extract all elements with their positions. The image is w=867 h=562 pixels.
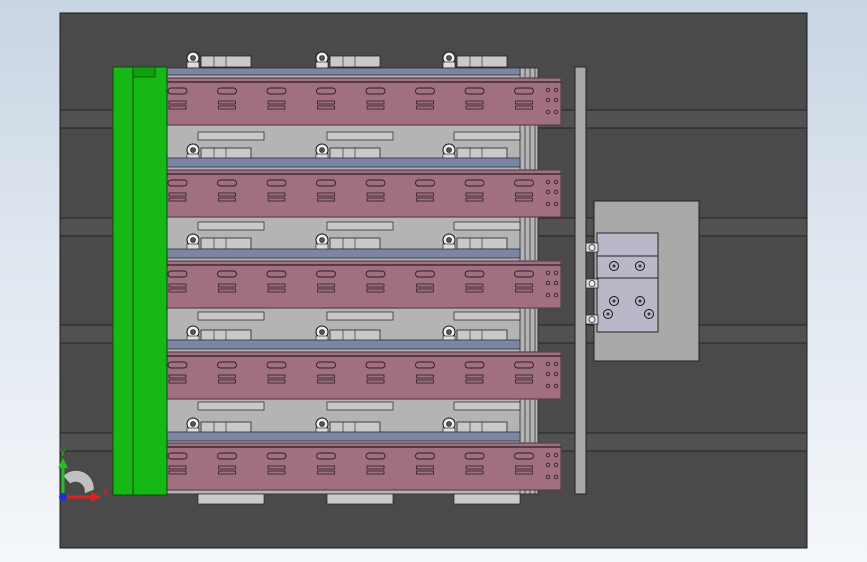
green-guide-bar xyxy=(112,66,168,496)
roller-hub xyxy=(190,55,196,61)
upper-bracket xyxy=(453,401,521,411)
upper-bracket xyxy=(197,221,265,231)
side-cylinder-assembly xyxy=(585,200,700,362)
roller-mount xyxy=(186,61,200,69)
roller-hub xyxy=(319,329,325,335)
roller-hub xyxy=(190,147,196,153)
triad-x-label: X xyxy=(103,488,109,498)
green-bar-outer xyxy=(112,66,134,496)
upper-bracket xyxy=(197,131,265,141)
blue-cross-bar xyxy=(154,67,521,76)
upper-bracket xyxy=(453,131,521,141)
roller-hub xyxy=(319,421,325,427)
pink-plate xyxy=(132,169,562,218)
pink-plate xyxy=(132,77,562,126)
roller-hub xyxy=(319,147,325,153)
pink-plate xyxy=(132,351,562,400)
roller-hub xyxy=(446,147,452,153)
roller-hub xyxy=(190,329,196,335)
cylinder-bolt-core xyxy=(612,264,616,268)
upper-bracket xyxy=(453,311,521,321)
blue-cross-bar xyxy=(154,248,521,259)
roller-hub xyxy=(446,237,452,243)
pink-plate xyxy=(132,442,562,491)
cylinder-bolt-core xyxy=(638,264,642,268)
green-bar-cap xyxy=(132,66,156,78)
upper-bracket xyxy=(197,311,265,321)
bottom-bracket xyxy=(326,493,394,505)
upper-bracket xyxy=(326,131,394,141)
blue-cross-bar xyxy=(154,157,521,168)
z-axis-dot xyxy=(59,493,67,501)
cad-viewport[interactable]: YX xyxy=(0,0,867,562)
cylinder-bolt-core xyxy=(612,299,616,303)
cylinder-bolt-core xyxy=(647,312,651,316)
cylinder-head xyxy=(596,232,659,257)
roller-hub xyxy=(190,421,196,427)
roller-mount xyxy=(442,61,456,69)
upper-bracket xyxy=(326,401,394,411)
cylinder-port xyxy=(588,280,596,287)
cylinder-bolt-core xyxy=(638,299,642,303)
upper-bracket xyxy=(326,311,394,321)
upper-bracket xyxy=(326,221,394,231)
upper-bracket xyxy=(453,221,521,231)
cylinder-port xyxy=(588,244,596,251)
roller-hub xyxy=(446,421,452,427)
blue-cross-bar xyxy=(154,339,521,350)
cylinder-bolt-core xyxy=(606,312,610,316)
pink-plate xyxy=(132,260,562,309)
upper-bracket xyxy=(197,401,265,411)
green-bar-inner xyxy=(132,66,168,496)
blue-cross-bar xyxy=(154,431,521,442)
right-guide-bar xyxy=(574,66,587,495)
bottom-bracket xyxy=(197,493,265,505)
roller-mount xyxy=(315,61,329,69)
roller-hub xyxy=(446,329,452,335)
cylinder-port xyxy=(588,316,596,323)
cylinder-body xyxy=(596,255,659,279)
cylinder-base xyxy=(596,277,659,333)
roller-hub xyxy=(190,237,196,243)
roller-hub xyxy=(319,237,325,243)
roller-hub xyxy=(446,55,452,61)
triad-y-label: Y xyxy=(59,449,66,459)
bottom-bracket xyxy=(453,493,521,505)
roller-hub xyxy=(319,55,325,61)
